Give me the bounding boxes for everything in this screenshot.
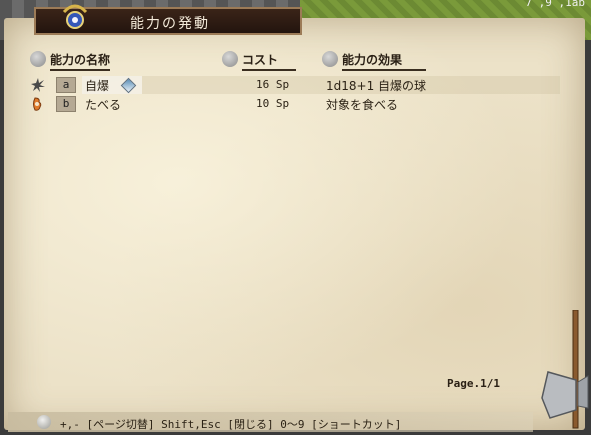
column-bullet-icon xyxy=(30,50,46,67)
hint-bar: +,- [ページ切替] Shift,Esc [閉じる] 0～9 [ショートカット… xyxy=(8,412,533,432)
page-indicator: Page.1/1 xyxy=(447,377,500,390)
ability-emblem-icon xyxy=(62,4,88,29)
axe-decoration xyxy=(541,310,589,429)
selection-band xyxy=(82,76,560,94)
ability-cost: 16 Sp xyxy=(256,78,290,91)
column-header-effect: 能力の効果 xyxy=(322,50,427,71)
column-header-name: 能力の名称 xyxy=(30,50,111,71)
shortcut-key: b xyxy=(56,96,76,112)
ability-effect: 対象を食べる xyxy=(326,98,399,112)
ability-name[interactable]: 自爆 xyxy=(85,77,109,94)
ability-name[interactable]: たべる xyxy=(85,96,121,113)
column-bullet-icon xyxy=(322,50,338,67)
ability-row-b[interactable]: b たべる 10 Sp 対象を食べる xyxy=(30,95,560,113)
shortcut-key: a xyxy=(56,77,76,93)
window-title: 能力の発動 xyxy=(130,16,210,32)
ability-row-a[interactable]: a 自爆 16 Sp 1d18+1 自爆の球 xyxy=(30,76,560,94)
ability-effect: 1d18+1 自爆の球 xyxy=(326,79,427,93)
ability-window: 能力の発動 能力の名称 コスト 能力の効果 a 自爆 16 Sp 1d18+1 … xyxy=(4,4,585,432)
ability-cost: 10 Sp xyxy=(256,97,290,110)
hint-bulb-icon xyxy=(37,415,51,429)
column-bullet-icon xyxy=(222,50,238,67)
hint-text: +,- [ページ切替] Shift,Esc [閉じる] 0～9 [ショートカット… xyxy=(60,418,402,431)
coordinate-readout: 7 ,9 ,1ab xyxy=(525,0,585,9)
mouth-icon xyxy=(33,97,42,111)
column-header-cost: コスト xyxy=(222,50,297,71)
spark-icon xyxy=(31,78,45,92)
